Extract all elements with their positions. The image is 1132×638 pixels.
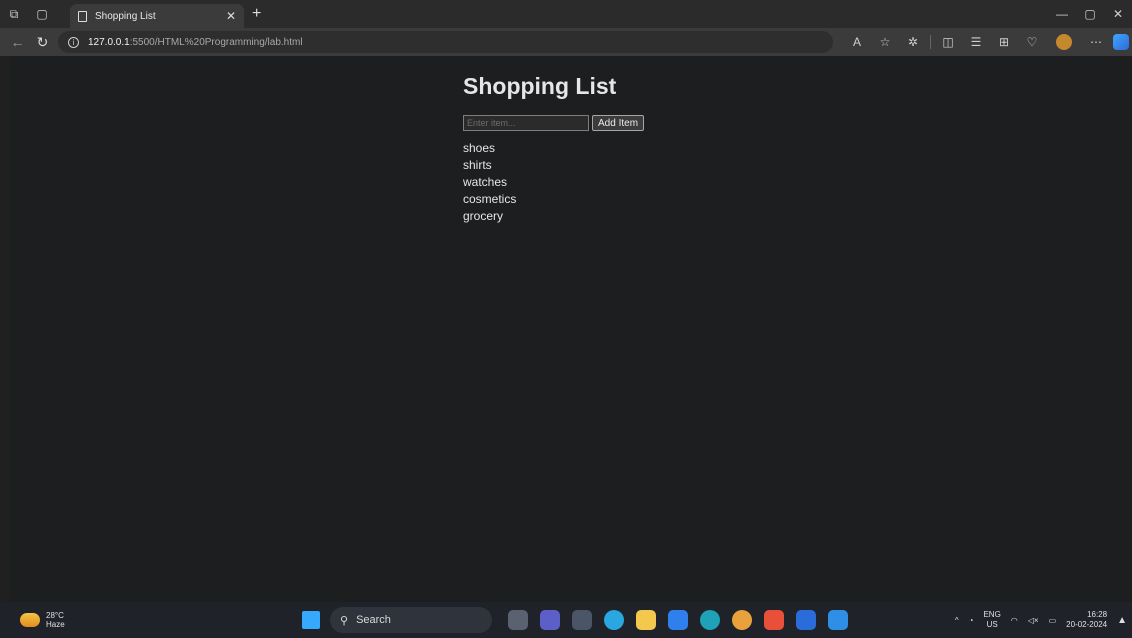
widgets-icon[interactable]: [572, 610, 592, 630]
wifi-icon[interactable]: ◠: [1011, 616, 1018, 625]
tab-bar: ⧉ ▢ Shopping List ✕ + — ▢ ✕: [0, 0, 1132, 28]
list-item: watches: [463, 175, 508, 189]
collections-icon[interactable]: ⊞: [993, 31, 1015, 53]
search-label: Search: [356, 614, 391, 626]
add-item-form: Add Item: [463, 115, 763, 131]
edge-icon[interactable]: [700, 610, 720, 630]
cortana-icon[interactable]: [604, 610, 624, 630]
taskbar: 28°C Haze ⚲ Search ^ ◔ ENG US ◠ ◁× ▭ 16:…: [0, 602, 1132, 638]
url-field[interactable]: i 127.0.0.1:5500/HTML%20Programming/lab.…: [58, 31, 833, 53]
volume-icon[interactable]: ◁×: [1028, 616, 1039, 625]
mail-icon[interactable]: [668, 610, 688, 630]
tab-title: Shopping List: [95, 10, 156, 22]
clock[interactable]: 16:28 20-02-2024: [1066, 610, 1107, 630]
read-aloud-icon[interactable]: A: [846, 31, 868, 53]
toolbar-divider: [930, 35, 931, 49]
close-icon[interactable]: ✕: [226, 9, 236, 23]
weather-widget[interactable]: 28°C Haze: [20, 611, 65, 629]
brave-icon[interactable]: [764, 610, 784, 630]
favorite-icon[interactable]: ☆: [874, 31, 896, 53]
page-title: Shopping List: [463, 73, 617, 99]
taskbar-apps: [502, 610, 854, 630]
task-view-icon[interactable]: [508, 610, 528, 630]
temperature: 28°C: [46, 611, 64, 620]
add-item-button[interactable]: Add Item: [592, 115, 645, 131]
search-icon: ⚲: [340, 614, 349, 627]
date: 20-02-2024: [1066, 620, 1108, 629]
window-close-icon[interactable]: ✕: [1104, 0, 1132, 28]
list-item: grocery: [463, 209, 504, 223]
page-viewport: Shopping List Add Item shoes shirts watc…: [9, 56, 1132, 602]
windows-start-icon[interactable]: [302, 611, 320, 629]
chrome-icon[interactable]: [732, 610, 752, 630]
weather-icon: [20, 613, 40, 627]
new-tab-icon[interactable]: +: [252, 5, 261, 23]
teams-icon[interactable]: [540, 610, 560, 630]
network-status-icon[interactable]: ◔: [969, 616, 974, 625]
word-icon[interactable]: [796, 610, 816, 630]
list-item: shirts: [463, 158, 492, 172]
weather-condition: Haze: [46, 620, 65, 629]
url-path: :5500/HTML%20Programming/lab.html: [129, 36, 303, 48]
page-icon: [78, 10, 87, 22]
region: US: [986, 620, 998, 629]
url-host: 127.0.0.1: [88, 36, 130, 48]
battery-icon[interactable]: ▭: [1049, 616, 1057, 625]
file-explorer-icon[interactable]: [636, 610, 656, 630]
taskbar-search[interactable]: ⚲ Search: [330, 607, 492, 633]
tab-shopping-list[interactable]: Shopping List ✕: [70, 4, 244, 28]
list-item: cosmetics: [463, 192, 517, 206]
extensions-icon[interactable]: ✲: [902, 31, 924, 53]
favorites-icon[interactable]: ☰: [965, 31, 987, 53]
maximize-icon[interactable]: ▢: [1076, 0, 1104, 28]
bell-icon[interactable]: ▲: [1117, 615, 1127, 626]
more-icon[interactable]: ⋯: [1085, 31, 1107, 53]
time: 16:28: [1087, 610, 1108, 619]
shopping-list: shoes shirts watches cosmetics grocery: [463, 140, 763, 225]
system-tray: ^ ◔ ENG US ◠ ◁× ▭ 16:28 20-02-2024 ▲: [950, 602, 1132, 638]
shopping-list-app: Shopping List Add Item shoes shirts watc…: [463, 72, 763, 225]
back-icon[interactable]: ←: [10, 31, 25, 53]
minimize-icon[interactable]: —: [1048, 0, 1076, 28]
reload-icon[interactable]: ↻: [35, 31, 50, 53]
profile-icon[interactable]: [1056, 34, 1072, 50]
address-bar: ← ↻ i 127.0.0.1:5500/HTML%20Programming/…: [0, 28, 1132, 56]
language-indicator[interactable]: ENG US: [983, 610, 1000, 630]
tab-actions-icon[interactable]: ⧉: [0, 0, 28, 28]
browser-essentials-icon[interactable]: ♡: [1021, 31, 1043, 53]
chevron-up-icon[interactable]: ^: [955, 616, 959, 625]
copilot-icon[interactable]: [1113, 34, 1129, 50]
list-item: shoes: [463, 141, 496, 155]
vscode-icon[interactable]: [828, 610, 848, 630]
language: ENG: [983, 610, 1001, 619]
item-input[interactable]: [463, 115, 589, 131]
split-screen-icon[interactable]: ◫: [937, 31, 959, 53]
workspaces-icon[interactable]: ▢: [28, 0, 56, 28]
info-icon[interactable]: i: [68, 36, 79, 48]
